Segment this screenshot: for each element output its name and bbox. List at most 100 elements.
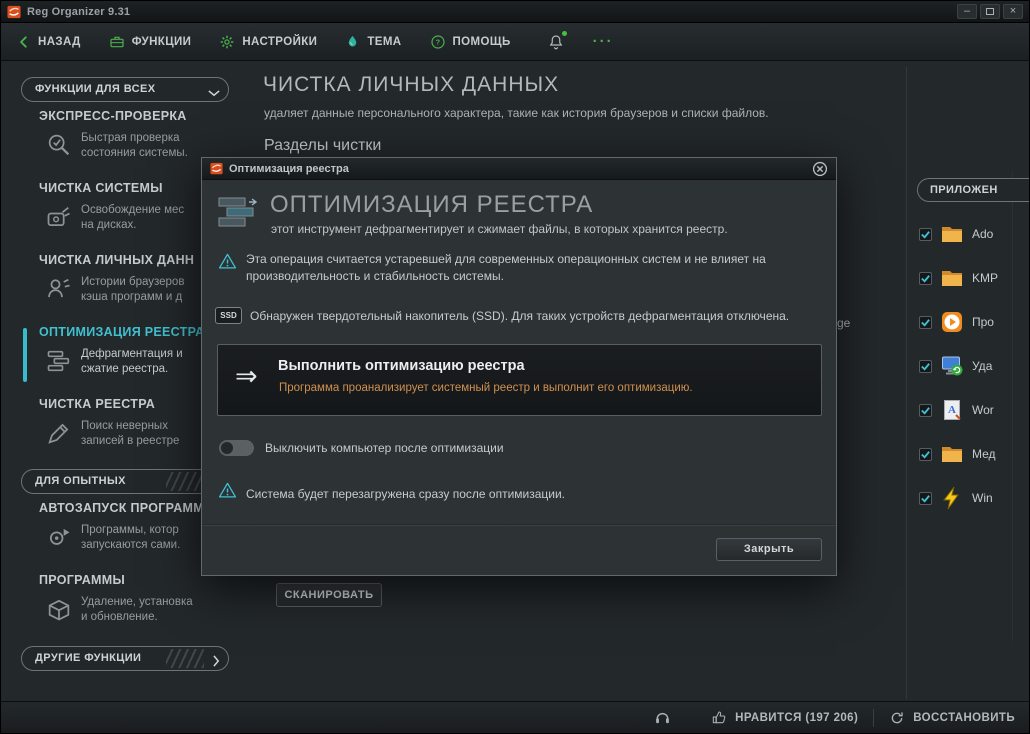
sidebar-header-functions-for-all[interactable]: ФУНКЦИИ ДЛЯ ВСЕХ	[21, 77, 229, 102]
settings-label: НАСТРОЙКИ	[242, 35, 318, 48]
uninstall-monitor-icon	[940, 354, 964, 378]
run-optimization-title: Выполнить оптимизацию реестра	[278, 358, 525, 374]
checkbox-checked[interactable]	[919, 359, 932, 373]
functions-button[interactable]: ФУНКЦИИ	[109, 34, 192, 50]
lightning-icon	[940, 486, 964, 510]
svg-text:A: A	[948, 404, 956, 416]
folder-icon	[940, 266, 964, 290]
ssd-badge-icon: SSD	[215, 307, 242, 324]
run-optimization-description: Программа проанализирует системный реест…	[279, 382, 693, 394]
dialog-close-button[interactable]: Закрыть	[716, 538, 822, 561]
checkbox-checked[interactable]	[919, 315, 932, 329]
sidebar-item-desc-line1: Быстрая проверка	[81, 132, 180, 144]
defrag-stack-icon	[216, 192, 260, 239]
bell-icon	[547, 30, 567, 51]
deprecated-warning-text: Эта операция считается устаревшей для со…	[246, 252, 766, 283]
app-row[interactable]: Win	[919, 485, 1010, 511]
sidebar-header-other-functions[interactable]: ДРУГИЕ ФУНКЦИИ	[21, 646, 229, 671]
app-row[interactable]: Уда	[919, 353, 1010, 379]
functions-label: ФУНКЦИИ	[131, 35, 192, 48]
app-label: Мед	[972, 447, 996, 461]
minimize-button[interactable]: –	[957, 4, 977, 19]
applications-header-label: ПРИЛОЖЕН	[930, 184, 998, 196]
cleanup-sections-title: Разделы чистки	[264, 137, 382, 154]
dialog-title: Оптимизация реестра	[229, 162, 349, 175]
help-button[interactable]: ? ПОМОЩЬ	[430, 34, 511, 50]
help-icon: ?	[430, 34, 446, 50]
notifications-button[interactable]	[547, 30, 567, 51]
theme-drop-icon	[345, 34, 360, 49]
theme-button[interactable]: ТЕМА	[345, 34, 401, 49]
selected-accent-bar	[23, 328, 27, 382]
statusbar-divider	[873, 708, 875, 727]
settings-button[interactable]: НАСТРОЙКИ	[219, 34, 317, 50]
checkbox-checked[interactable]	[919, 447, 932, 461]
status-bar: НРАВИТСЯ (197 206) ВОССТАНОВИТЬ	[1, 701, 1029, 733]
close-icon: ×	[1009, 5, 1017, 17]
app-label: Ado	[972, 227, 994, 241]
back-arrow-icon	[17, 35, 31, 49]
folder-icon	[940, 442, 964, 466]
app-row[interactable]: Ado	[919, 221, 1010, 247]
registry-optimize-icon	[43, 344, 75, 378]
headphones-icon[interactable]	[654, 709, 671, 726]
dialog-title-bar[interactable]: Оптимизация реестра	[202, 158, 836, 180]
magnifier-check-icon	[43, 128, 75, 162]
sidebar-header-for-advanced[interactable]: ДЛЯ ОПЫТНЫХ	[21, 469, 229, 494]
chevron-down-icon	[208, 83, 220, 101]
covered-text-fragment: ge	[837, 316, 851, 330]
app-row[interactable]: A Wor	[919, 397, 1010, 423]
restore-button[interactable]: ВОССТАНОВИТЬ	[889, 710, 1015, 726]
folder-icon	[940, 222, 964, 246]
like-label: НРАВИТСЯ (197 206)	[735, 711, 859, 724]
sidebar-item-desc-line2: и обновление.	[81, 611, 158, 623]
app-row[interactable]: KMP	[919, 265, 1010, 291]
warning-triangle-icon	[218, 481, 237, 505]
checkbox-checked[interactable]	[919, 491, 932, 505]
like-button[interactable]: НРАВИТСЯ (197 206)	[711, 710, 858, 726]
scan-button[interactable]: СКАНИРОВАТЬ	[276, 583, 382, 607]
app-label: Уда	[972, 359, 993, 373]
app-label: KMP	[972, 271, 999, 285]
sidebar-header-label: ФУНКЦИИ ДЛЯ ВСЕХ	[35, 83, 156, 95]
sidebar-item-title: ЭКСПРЕСС-ПРОВЕРКА	[39, 109, 187, 123]
package-box-icon	[43, 592, 75, 626]
chevron-right-icon	[213, 653, 220, 670]
back-button[interactable]: НАЗАД	[17, 35, 81, 49]
app-label: Про	[972, 315, 994, 329]
back-label: НАЗАД	[38, 35, 81, 48]
applications-header[interactable]: ПРИЛОЖЕН	[917, 178, 1029, 202]
help-label: ПОМОЩЬ	[452, 35, 511, 48]
restore-circular-arrow-icon	[889, 710, 905, 726]
stripes-decoration	[166, 649, 204, 668]
minimize-icon: –	[963, 5, 971, 17]
sidebar-item-programs[interactable]: ПРОГРАММЫ Удаление, установка и обновлен…	[21, 573, 235, 637]
app-row[interactable]: Мед	[919, 441, 1010, 467]
dialog-heading: ОПТИМИЗАЦИЯ РЕЕСТРА	[270, 191, 594, 218]
sidebar-header-label: ДЛЯ ОПЫТНЫХ	[35, 475, 126, 487]
window-title: Reg Organizer 9.31	[27, 5, 131, 18]
shutdown-after-toggle[interactable]	[219, 440, 254, 456]
dialog-footer-divider	[202, 524, 836, 526]
warning-triangle-icon	[218, 252, 237, 276]
title-bar: Reg Organizer 9.31 – ×	[1, 1, 1029, 23]
run-optimization-button[interactable]: ⇒ Выполнить оптимизацию реестра Программ…	[217, 344, 822, 416]
app-row[interactable]: Про	[919, 309, 1010, 335]
maximize-icon	[986, 8, 994, 15]
dialog-subheading: этот инструмент дефрагментирует и сжимае…	[271, 222, 728, 236]
media-player-icon	[940, 310, 964, 334]
main-toolbar: НАЗАД ФУНКЦИИ НАСТРОЙКИ ТЕМА ? ПОМОЩЬ ··…	[1, 23, 1029, 61]
ellipsis-icon: ···	[592, 33, 614, 50]
thumbs-up-icon	[711, 710, 727, 726]
privacy-cleanup-icon	[43, 272, 75, 306]
dialog-close-icon[interactable]	[812, 161, 828, 177]
checkbox-checked[interactable]	[919, 271, 932, 285]
checkbox-checked[interactable]	[919, 403, 932, 417]
maximize-button[interactable]	[980, 4, 1000, 19]
more-button[interactable]: ···	[593, 33, 614, 50]
page-subtitle: удаляет данные персонального характера, …	[264, 106, 769, 120]
close-button[interactable]: ×	[1003, 4, 1023, 19]
sidebar-item-desc-line1: Удаление, установка	[81, 596, 193, 608]
app-label: Wor	[972, 403, 994, 417]
checkbox-checked[interactable]	[919, 227, 932, 241]
